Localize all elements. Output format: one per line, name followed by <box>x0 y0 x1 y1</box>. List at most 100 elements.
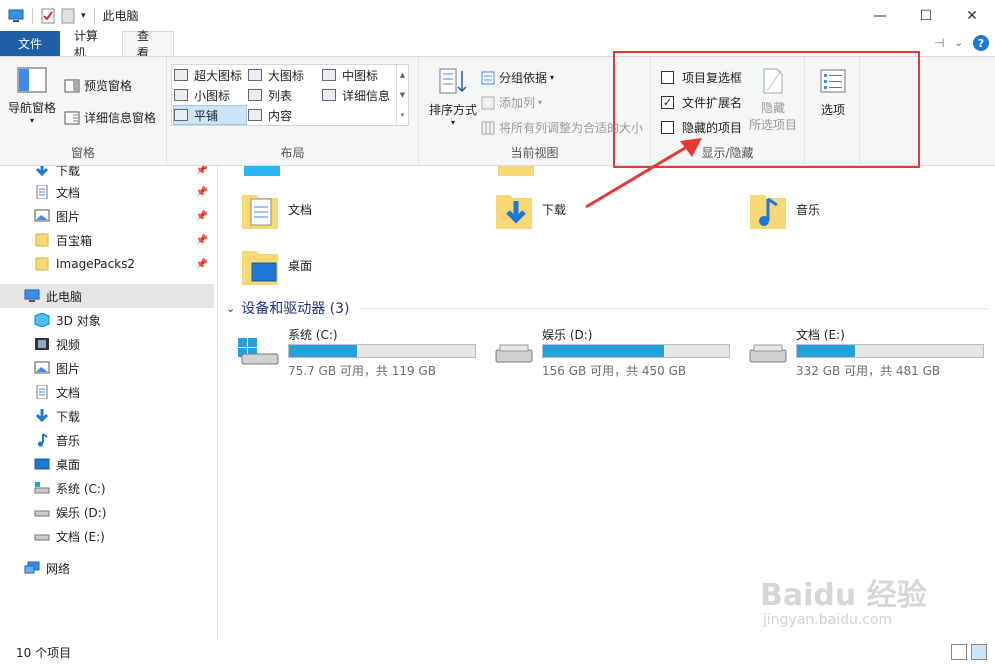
gallery-scroll[interactable]: ▲ ▼ ▾ <box>396 65 408 125</box>
sort-by-button[interactable]: 排序方式 ▾ <box>425 67 481 127</box>
nav-item-documents[interactable]: 文档 <box>0 380 214 404</box>
nav-label: 下载 <box>56 166 81 178</box>
nav-item-network[interactable]: 网络 <box>0 556 214 580</box>
music-folder-icon <box>750 195 786 229</box>
folder-tile-documents[interactable]: 文档 <box>242 184 482 234</box>
chevron-down-icon: ▾ <box>550 73 555 82</box>
layout-small[interactable]: 小图标 <box>174 85 248 105</box>
video-icon <box>35 338 49 350</box>
window-controls: — ☐ ✕ <box>857 0 995 31</box>
drive-name: 系统 (C:) <box>288 328 338 342</box>
layout-large[interactable]: 大图标 <box>248 65 320 85</box>
nav-pane-button[interactable]: 导航窗格 ▾ <box>8 67 56 125</box>
size-columns-icon <box>481 121 495 134</box>
layout-list[interactable]: 列表 <box>248 85 320 105</box>
nav-item-documents-quick[interactable]: 文档 📌 <box>0 180 214 204</box>
layout-details-label: 详细信息 <box>342 88 391 103</box>
small-icons-icon <box>174 89 188 101</box>
drive-tile-c[interactable]: 系统 (C:) 75.7 GB 可用，共 119 GB <box>238 326 488 378</box>
item-count: 10 个项目 <box>16 645 72 660</box>
nav-pane-label: 导航窗格 <box>8 101 57 115</box>
tab-computer[interactable]: 计算机 <box>60 29 122 60</box>
layout-medium[interactable]: 中图标 <box>322 65 396 85</box>
pin-icon[interactable]: 📌 <box>196 187 208 198</box>
drive-tile-d[interactable]: 娱乐 (D:) 156 GB 可用，共 450 GB <box>492 326 742 378</box>
group-by-button[interactable]: 分组依据 ▾ <box>481 69 554 86</box>
nav-item-videos[interactable]: 视频 <box>0 332 214 356</box>
navigation-pane: 下载 📌 文档 📌 图片 📌 百宝箱 📌 ImagePacks2 📌 此电脑 3… <box>0 166 218 640</box>
baidu-watermark-url: jingyan.baidu.com <box>763 612 893 628</box>
properties-icon[interactable] <box>41 8 55 24</box>
extra-large-icons-icon <box>174 69 188 81</box>
details-pane-label: 详细信息窗格 <box>84 111 157 125</box>
pin-icon[interactable]: 📌 <box>196 235 208 246</box>
preview-pane-label: 预览窗格 <box>84 79 133 93</box>
nav-label: 视频 <box>56 337 81 352</box>
drive-usage-fill <box>797 345 855 357</box>
layout-tiles[interactable]: 平铺 <box>173 105 247 125</box>
tab-file[interactable]: 文件 <box>0 31 60 56</box>
pin-icon[interactable]: 📌 <box>196 211 208 222</box>
partial-folder-icon <box>498 166 534 176</box>
nav-item-imagepacks2[interactable]: ImagePacks2 📌 <box>0 252 214 276</box>
folder-tile-desktop[interactable]: 桌面 <box>242 240 482 290</box>
devices-section-title: 设备和驱动器 (3) <box>241 301 350 317</box>
nav-label: ImagePacks2 <box>56 257 136 271</box>
help-icon[interactable]: ? <box>973 35 989 51</box>
sort-by-label: 排序方式 <box>428 103 477 117</box>
large-icons-view-icon[interactable] <box>971 644 987 660</box>
add-columns-icon <box>481 96 495 109</box>
devices-section-header[interactable]: ⌄ 设备和驱动器 (3) <box>226 298 350 318</box>
pin-icon[interactable]: 📌 <box>196 259 208 270</box>
drive-tile-e[interactable]: 文档 (E:) 332 GB 可用，共 481 GB <box>746 326 995 378</box>
tab-view[interactable]: 查看 <box>122 29 174 60</box>
tiles-icon <box>174 109 188 121</box>
nav-item-pictures-quick[interactable]: 图片 📌 <box>0 204 214 228</box>
layout-content[interactable]: 内容 <box>248 105 320 125</box>
chevron-down-icon[interactable]: ⌄ <box>955 38 963 49</box>
pin-icon[interactable]: 📌 <box>196 166 208 176</box>
details-view-icon[interactable] <box>951 644 967 660</box>
add-columns-label: 添加列 <box>499 96 536 110</box>
pin-ribbon-icon[interactable]: ⊣ <box>934 36 944 50</box>
drive-usage-bar <box>542 344 730 358</box>
preview-pane-button[interactable]: 预览窗格 <box>64 77 132 94</box>
view-switcher <box>951 644 987 660</box>
details-pane-button[interactable]: 详细信息窗格 <box>64 109 156 126</box>
chevron-down-icon[interactable]: ⌄ <box>226 302 235 315</box>
drive-icon <box>34 534 50 541</box>
drive-info: 156 GB 可用，共 450 GB <box>542 364 687 378</box>
group-by-icon <box>481 71 495 84</box>
nav-item-drive-c[interactable]: 系统 (C:) <box>0 476 214 500</box>
details-pane-icon <box>64 111 80 124</box>
folder-tile-downloads[interactable]: 下载 <box>496 184 736 234</box>
layout-details[interactable]: 详细信息 <box>322 85 396 105</box>
chevron-down-icon[interactable]: ▾ <box>81 11 86 21</box>
nav-item-pictures[interactable]: 图片 <box>0 356 214 380</box>
layout-extra-large[interactable]: 超大图标 <box>174 65 248 85</box>
nav-item-baibaoxiang[interactable]: 百宝箱 📌 <box>0 228 214 252</box>
close-button[interactable]: ✕ <box>949 0 995 31</box>
nav-item-drive-d[interactable]: 娱乐 (D:) <box>0 500 214 524</box>
system-drive-icon <box>238 338 279 365</box>
new-folder-icon[interactable] <box>61 8 75 24</box>
folder-tile-music[interactable]: 音乐 <box>750 184 990 234</box>
nav-item-desktop[interactable]: 桌面 <box>0 452 214 476</box>
nav-item-music[interactable]: 音乐 <box>0 428 214 452</box>
add-columns-button[interactable]: 添加列 ▾ <box>481 94 542 111</box>
minimize-button[interactable]: — <box>857 0 903 31</box>
nav-item-this-pc[interactable]: 此电脑 <box>0 284 214 308</box>
group-label-pane: 窗格 <box>70 146 95 160</box>
drive-name: 娱乐 (D:) <box>542 328 593 342</box>
maximize-button[interactable]: ☐ <box>903 0 949 31</box>
nav-item-3d-objects[interactable]: 3D 对象 <box>0 308 214 332</box>
pictures-icon <box>34 361 50 374</box>
nav-label: 下载 <box>56 409 81 424</box>
layout-large-label: 大图标 <box>268 68 305 83</box>
nav-label: 图片 <box>56 209 81 224</box>
nav-item-drive-e[interactable]: 文档 (E:) <box>0 524 214 548</box>
nav-item-downloads[interactable]: 下载 <box>0 404 214 428</box>
folder-icon <box>35 233 49 247</box>
nav-label: 网络 <box>46 561 71 576</box>
group-label-layout: 布局 <box>280 146 305 160</box>
